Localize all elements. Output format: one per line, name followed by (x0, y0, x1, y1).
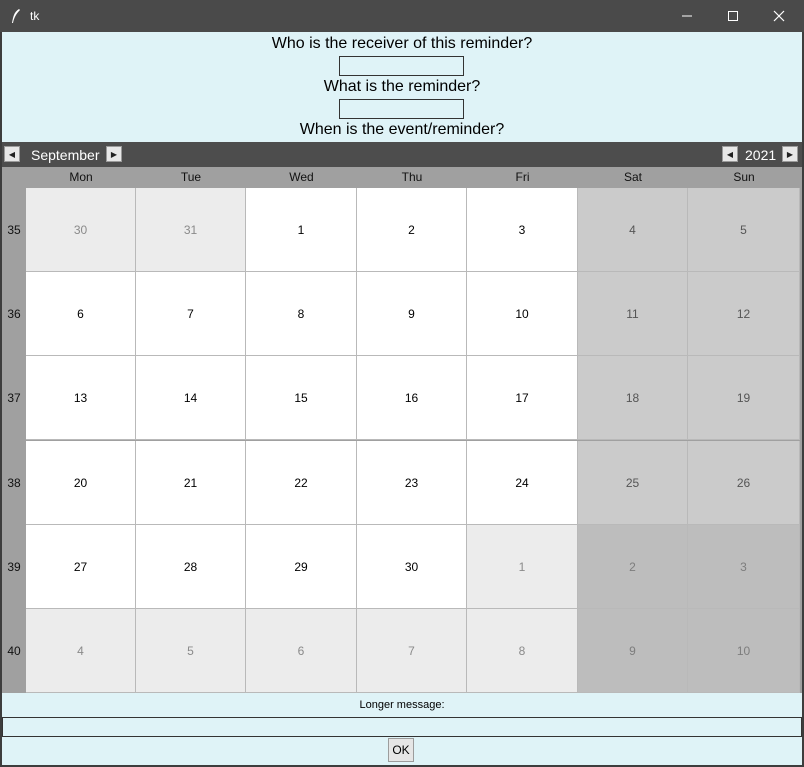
day-cell[interactable]: 28 (136, 525, 246, 609)
next-month-button[interactable]: ▶ (106, 146, 122, 162)
day-cell[interactable]: 20 (26, 441, 136, 525)
feather-icon (10, 8, 24, 24)
day-cell[interactable]: 6 (26, 272, 136, 356)
weekday-thu: Thu (401, 170, 423, 184)
week-number: 36 (7, 307, 21, 321)
day-cell[interactable]: 11 (578, 272, 688, 356)
day-cell[interactable]: 8 (467, 609, 578, 693)
day-cell[interactable]: 23 (357, 441, 467, 525)
day-cell[interactable]: 8 (246, 272, 357, 356)
longer-message-label: Longer message: (359, 699, 445, 711)
day-cell[interactable]: 3 (467, 188, 578, 272)
weekday-wed: Wed (289, 170, 314, 184)
day-cell[interactable]: 10 (688, 609, 800, 693)
day-cell[interactable]: 9 (578, 609, 688, 693)
day-cell[interactable]: 15 (246, 356, 357, 440)
day-cell[interactable]: 25 (578, 441, 688, 525)
day-cell[interactable]: 13 (26, 356, 136, 440)
when-label: When is the event/reminder? (299, 121, 505, 138)
day-cell[interactable]: 4 (26, 609, 136, 693)
minimize-icon (682, 15, 692, 17)
day-cell[interactable]: 10 (467, 272, 578, 356)
weekday-header-row: Mon Tue Wed Thu Fri Sat Sun (26, 167, 801, 188)
day-cell[interactable]: 19 (688, 356, 800, 440)
maximize-icon (728, 11, 738, 21)
day-cell[interactable]: 4 (578, 188, 688, 272)
minimize-button[interactable] (664, 0, 710, 32)
weekday-fri: Fri (515, 170, 530, 184)
day-cell[interactable]: 26 (688, 441, 800, 525)
day-cell[interactable]: 24 (467, 441, 578, 525)
right-arrow-icon: ▶ (786, 149, 794, 159)
day-cell[interactable]: 6 (246, 609, 357, 693)
weekday-sun: Sun (733, 170, 755, 184)
day-cell[interactable]: 12 (688, 272, 800, 356)
day-cell[interactable]: 14 (136, 356, 246, 440)
week-number: 38 (7, 476, 21, 490)
reminder-window: Who is the receiver of this reminder? Wh… (0, 32, 804, 767)
day-cell[interactable]: 2 (357, 188, 467, 272)
week-number: 35 (7, 223, 21, 237)
weekday-tue: Tue (180, 170, 202, 184)
maximize-button[interactable] (710, 0, 756, 32)
right-arrow-icon: ▶ (110, 149, 118, 159)
calendar-grid: Mon Tue Wed Thu Fri Sat Sun 35 30 31 1 2 3 4 5 36 6 7 8 9 1… (2, 167, 802, 693)
day-cell[interactable]: 22 (246, 441, 357, 525)
next-year-button[interactable]: ▶ (782, 146, 798, 162)
day-cell[interactable]: 27 (26, 525, 136, 609)
weekday-sat: Sat (623, 170, 642, 184)
left-arrow-icon: ◀ (726, 149, 734, 159)
prev-month-button[interactable]: ◀ (4, 146, 20, 162)
day-cell[interactable]: 30 (26, 188, 136, 272)
weekday-mon: Mon (69, 170, 93, 184)
close-button[interactable] (756, 0, 802, 32)
calendar-header: ◀ September ▶ ◀ 2021 ▶ (2, 142, 802, 167)
week-number: 37 (7, 391, 21, 405)
month-label: September (31, 147, 100, 163)
day-cell[interactable]: 18 (578, 356, 688, 440)
day-cell[interactable]: 16 (357, 356, 467, 440)
day-cell[interactable]: 30 (357, 525, 467, 609)
reminder-label: What is the reminder? (323, 78, 481, 95)
prev-year-button[interactable]: ◀ (722, 146, 738, 162)
day-cell[interactable]: 5 (136, 609, 246, 693)
day-cell[interactable]: 21 (136, 441, 246, 525)
window-title: tk (30, 9, 40, 23)
longer-message-input[interactable] (2, 717, 802, 737)
ok-button[interactable]: OK (388, 738, 414, 762)
day-cell[interactable]: 7 (136, 272, 246, 356)
day-cell[interactable]: 17 (467, 356, 578, 440)
receiver-input[interactable] (339, 56, 464, 76)
year-label: 2021 (745, 147, 777, 163)
day-cell[interactable]: 29 (246, 525, 357, 609)
day-cell[interactable]: 3 (688, 525, 800, 609)
reminder-input[interactable] (339, 99, 464, 119)
day-cell[interactable]: 2 (578, 525, 688, 609)
day-cell[interactable]: 7 (357, 609, 467, 693)
title-bar: tk (0, 0, 804, 32)
day-cell[interactable]: 1 (467, 525, 578, 609)
week-number: 40 (7, 644, 21, 658)
week-number: 39 (7, 560, 21, 574)
day-cell[interactable]: 5 (688, 188, 800, 272)
day-cell[interactable]: 31 (136, 188, 246, 272)
close-icon (773, 10, 785, 22)
day-cell[interactable]: 1 (246, 188, 357, 272)
left-arrow-icon: ◀ (8, 149, 16, 159)
receiver-label: Who is the receiver of this reminder? (271, 35, 533, 52)
day-cell[interactable]: 9 (357, 272, 467, 356)
